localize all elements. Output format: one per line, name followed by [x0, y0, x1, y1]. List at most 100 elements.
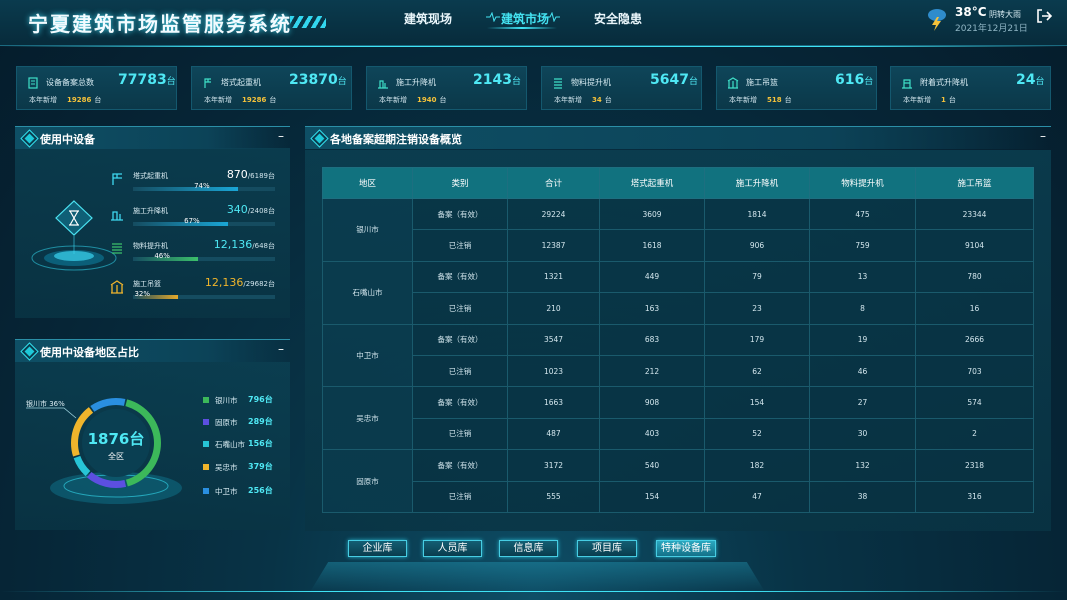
table-cell: 403 — [599, 417, 705, 451]
table-cell: 182 — [704, 449, 810, 482]
weather-desc: 阴转大雨 — [989, 10, 1021, 19]
stat-label: 物料提升机 — [571, 78, 611, 87]
table-cell: 1618 — [599, 229, 705, 262]
tower-crane-icon — [204, 78, 211, 88]
equip-name: 物料提升机 — [133, 242, 168, 250]
table-cell: 已注销 — [412, 417, 508, 451]
stat-sub: 本年新增 1 台 — [903, 96, 956, 104]
hoist-icon — [378, 80, 388, 89]
panel-title: 各地备案超期注销设备概览 — [330, 133, 462, 146]
progress-fill — [133, 222, 229, 226]
table-cell: 154 — [704, 386, 810, 419]
nav-button-personnel[interactable]: 人员库 — [423, 540, 482, 557]
table-cell: 1814 — [704, 197, 810, 231]
table-cell: 3547 — [507, 323, 600, 356]
table-cell: 1023 — [507, 354, 600, 388]
overview-table: 地区 类别 合计 塔式起重机 施工升降机 物料提升机 施工吊篮 银川市备案（有效… — [322, 167, 1034, 513]
callout-line — [26, 407, 77, 419]
table-cell: 29224 — [507, 197, 600, 231]
table-row: 已注销 487 403 52 30 2 — [323, 417, 1034, 451]
col-header: 类别 — [412, 167, 508, 199]
equip-name: 施工吊篮 — [133, 280, 161, 288]
progress-track — [133, 295, 275, 299]
table-cell-city: 银川市 — [322, 198, 413, 262]
legend-item: 固原市 289台 — [203, 417, 283, 429]
diamond-icon — [311, 130, 328, 147]
table-cell: 52 — [704, 417, 810, 451]
stat-card-hoist: 施工升降机 2143台 本年新增 1940 台 — [366, 66, 527, 110]
table-cell: 23344 — [915, 197, 1034, 231]
tower-crane-icon — [112, 173, 122, 185]
table-cell: 475 — [809, 197, 916, 231]
table-row: 已注销 210 163 23 8 16 — [323, 292, 1034, 325]
nav-button-project[interactable]: 项目库 — [577, 540, 637, 557]
weather-temp: 38°C — [955, 5, 987, 19]
stat-value: 24台 — [1016, 72, 1045, 88]
nav-active-indicator — [487, 27, 557, 29]
table-cell: 8 — [809, 292, 916, 325]
footer-platform — [310, 562, 765, 592]
table-row: 已注销 555 154 47 38 316 — [323, 480, 1034, 513]
stat-card-material-lift: 物料提升机 5647台 本年新增 34 台 — [541, 66, 702, 110]
legend-swatch — [203, 419, 209, 425]
current-date: 2021年12月21日 — [955, 24, 1028, 34]
table-cell: 212 — [599, 354, 705, 388]
nav-button-info[interactable]: 信息库 — [499, 540, 558, 557]
table-cell: 1321 — [507, 260, 600, 294]
equip-value: 12,136/648台 — [213, 238, 275, 251]
table-cell: 12387 — [507, 229, 600, 262]
table-cell: 38 — [809, 480, 916, 513]
table-cell: 163 — [599, 292, 705, 325]
table-cell: 780 — [915, 260, 1034, 294]
region-total: 1876台 — [87, 430, 145, 448]
nav-tab-safety[interactable]: 安全隐患 — [594, 10, 642, 27]
stat-value: 77783台 — [118, 72, 176, 88]
stat-sub: 本年新增 34 台 — [554, 96, 612, 104]
legend-swatch — [203, 397, 209, 403]
table-cell: 9104 — [915, 229, 1034, 262]
pulse-icon — [546, 12, 560, 22]
legend-swatch — [203, 464, 209, 470]
table-cell: 备案（有效） — [412, 323, 508, 356]
table-cell: 906 — [704, 229, 810, 262]
table-cell: 79 — [704, 260, 810, 294]
table-cell-city: 石嘴山市 — [322, 260, 413, 325]
table-cell: 179 — [704, 323, 810, 356]
nav-button-special-equipment[interactable]: 特种设备库 — [656, 540, 716, 557]
table-cell: 574 — [915, 386, 1034, 419]
table-header-row: 地区 类别 合计 塔式起重机 施工升降机 物料提升机 施工吊篮 — [322, 167, 1034, 199]
legend-item: 吴忠市 379台 — [203, 462, 283, 474]
table-cell: 132 — [809, 449, 916, 482]
equip-row-gondola: 施工吊篮 12,136/29682台 32% — [110, 276, 275, 310]
stat-label: 设备备案总数 — [46, 78, 94, 87]
nav-button-enterprise[interactable]: 企业库 — [348, 540, 407, 557]
nav-tab-market[interactable]: 建筑市场 — [501, 10, 549, 27]
legend-item: 中卫市 256台 — [203, 486, 283, 498]
stat-value: 2143台 — [473, 72, 521, 88]
material-lift-icon — [554, 78, 562, 89]
stat-label: 附着式升降机 — [920, 78, 968, 87]
stat-value: 616台 — [835, 72, 874, 88]
minimize-button[interactable]: – — [278, 129, 284, 143]
nav-tab-site[interactable]: 建筑现场 — [404, 10, 452, 27]
table-cell: 30 — [809, 417, 916, 451]
table-cell: 16 — [915, 292, 1034, 325]
panel-title: 使用中设备 — [40, 133, 95, 146]
diamond-icon — [21, 130, 38, 147]
logout-icon[interactable] — [1036, 8, 1052, 24]
panel-title: 使用中设备地区占比 — [40, 346, 139, 359]
stat-value: 5647台 — [650, 72, 698, 88]
legend-item: 银川市 796台 — [203, 395, 283, 407]
table-cell: 540 — [599, 449, 705, 482]
table-cell: 683 — [599, 323, 705, 356]
table-cell: 46 — [809, 354, 916, 388]
overview-panel-header: 各地备案超期注销设备概览 – — [305, 126, 1051, 149]
table-cell: 备案（有效） — [412, 386, 508, 419]
table-cell-city: 固原市 — [322, 449, 413, 513]
minimize-button[interactable]: – — [1040, 129, 1046, 143]
table-cell: 908 — [599, 386, 705, 419]
progress-label: 67% — [184, 217, 200, 225]
progress-label: 32% — [134, 290, 150, 298]
equip-row-hoist: 施工升降机 340/2408台 67% — [110, 203, 275, 237]
minimize-button[interactable]: – — [278, 342, 284, 356]
